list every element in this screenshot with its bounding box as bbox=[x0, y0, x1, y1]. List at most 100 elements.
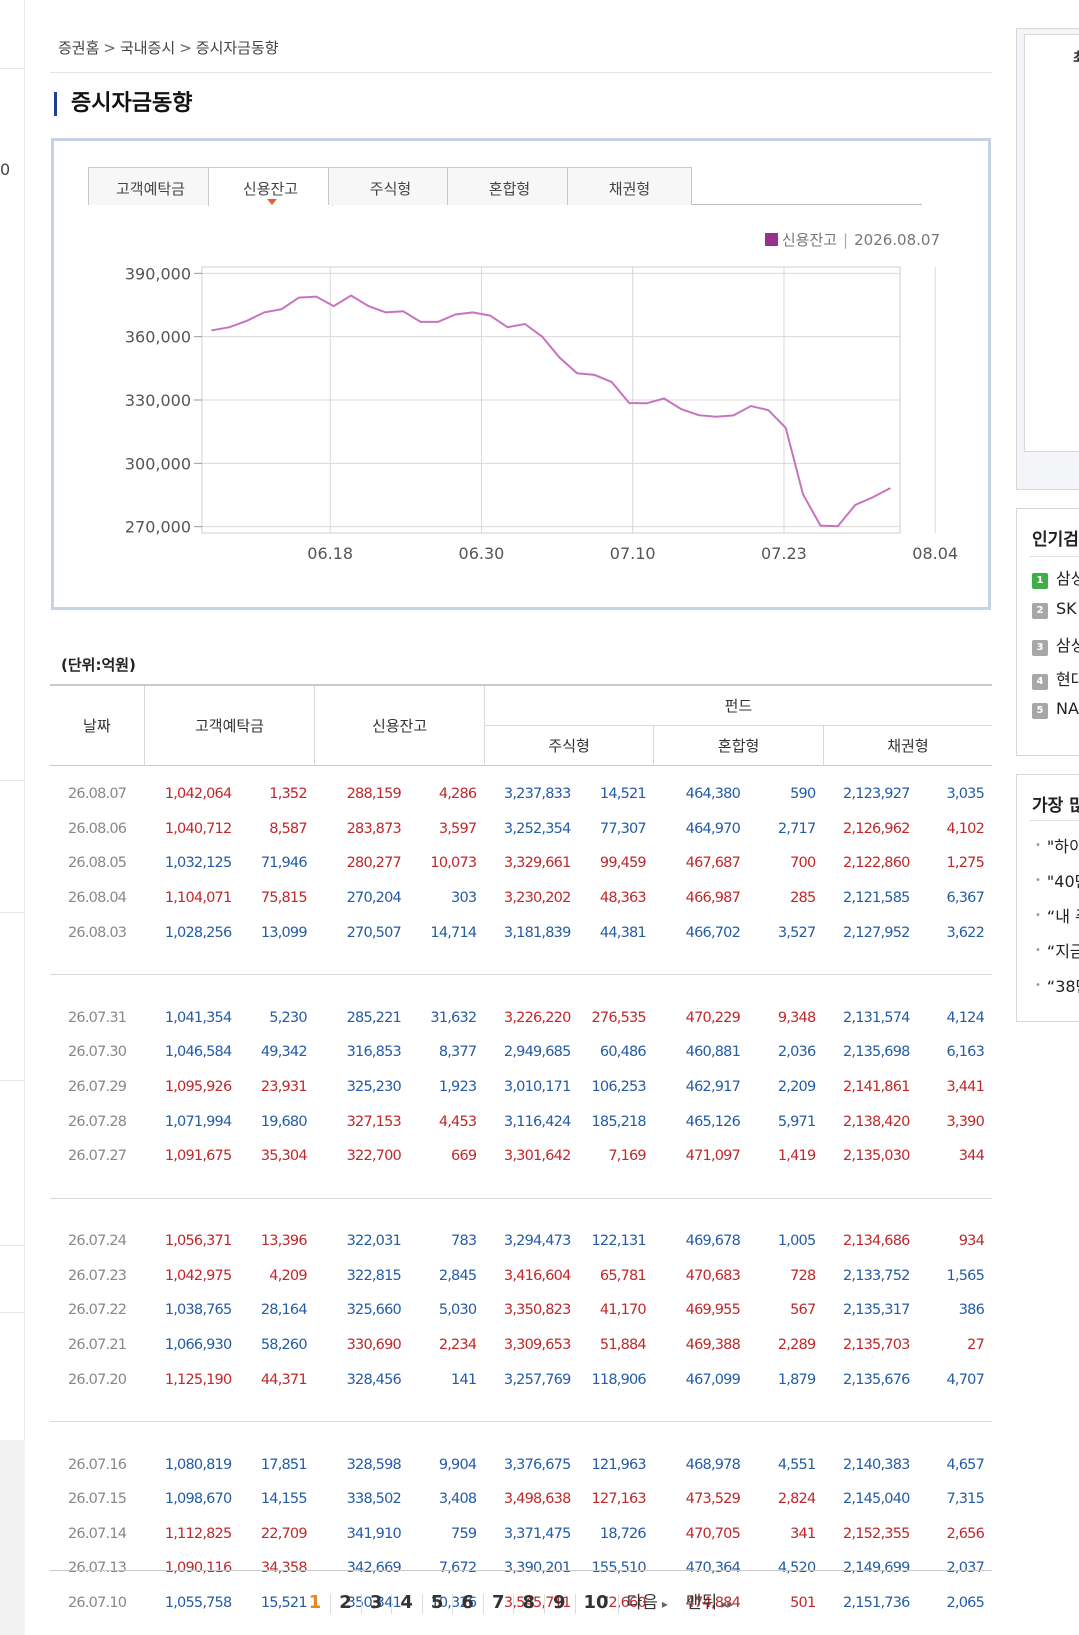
change-cell: 118,906 bbox=[591, 1371, 646, 1388]
data-point bbox=[315, 295, 318, 298]
left-panel-digit: 0 bbox=[0, 160, 11, 179]
news-item[interactable]: • “지금 bbox=[1035, 938, 1079, 962]
data-point bbox=[819, 524, 822, 527]
page-10-link[interactable]: 10 bbox=[580, 1592, 619, 1614]
header-deposit: 고객예탁금 bbox=[144, 685, 316, 765]
page-9-link[interactable]: 9 bbox=[549, 1592, 575, 1614]
fund-trend-table: 날짜 고객예탁금 신용잔고 펀드 주식형 혼합형 채권형 26.08.07 1,0… bbox=[50, 684, 992, 1620]
date-cell: 26.07.13 bbox=[68, 1560, 127, 1577]
popular-search-item[interactable]: 3 삼성 bbox=[1032, 632, 1079, 656]
table-row: 26.08.03 1,028,256 13,099 270,507 14,714 3,18… bbox=[50, 915, 992, 950]
page-7-link[interactable]: 7 bbox=[488, 1592, 514, 1614]
popular-search-item[interactable]: 4 현대 bbox=[1032, 666, 1079, 690]
date-cell: 26.08.05 bbox=[68, 855, 127, 872]
value-cell: 470,705 bbox=[685, 1525, 741, 1542]
date-cell: 26.07.22 bbox=[68, 1302, 127, 1319]
change-cell: 75,815 bbox=[260, 890, 308, 907]
page-6-link[interactable]: 6 bbox=[457, 1592, 484, 1614]
change-cell: 41,170 bbox=[599, 1302, 647, 1319]
popular-search-name: 삼성 bbox=[1056, 636, 1079, 655]
page-3-link[interactable]: 3 bbox=[366, 1592, 392, 1614]
data-point bbox=[419, 321, 422, 323]
value-cell: 460,881 bbox=[685, 1044, 741, 1061]
change-cell: 934 bbox=[958, 1233, 985, 1250]
date-cell: 26.07.20 bbox=[68, 1371, 127, 1388]
popular-search-name: NA bbox=[1056, 699, 1079, 718]
page-8-link[interactable]: 8 bbox=[518, 1592, 545, 1614]
date-cell: 26.07.21 bbox=[68, 1337, 127, 1354]
breadcrumb-domestic-link[interactable]: 국내증시 bbox=[120, 39, 175, 57]
popular-search-item[interactable]: 2 SK bbox=[1032, 599, 1077, 619]
divider bbox=[0, 1245, 25, 1246]
value-cell: 1,125,190 bbox=[164, 1371, 232, 1388]
value-cell: 1,091,675 bbox=[164, 1148, 232, 1165]
change-cell: 14,521 bbox=[599, 786, 647, 803]
page-2-link[interactable]: 2 bbox=[335, 1592, 362, 1614]
data-point bbox=[506, 326, 509, 328]
arrow-right-icon: ▸ bbox=[661, 1597, 668, 1611]
change-cell: 31,632 bbox=[430, 1009, 477, 1026]
change-cell: 7,672 bbox=[438, 1560, 477, 1577]
change-cell: 2,036 bbox=[777, 1044, 816, 1061]
change-cell: 99,459 bbox=[599, 855, 647, 872]
change-cell: 386 bbox=[958, 1302, 985, 1319]
value-cell: 2,134,686 bbox=[842, 1233, 910, 1250]
value-cell: 328,598 bbox=[346, 1456, 402, 1473]
table-row: 26.07.31 1,041,354 5,230 285,221 31,632 3,226… bbox=[50, 1000, 992, 1035]
news-headline: "하이 bbox=[1046, 837, 1079, 856]
table-row: 26.08.05 1,032,125 71,946 280,277 10,073 3,32… bbox=[50, 846, 992, 881]
page-5-link[interactable]: 5 bbox=[427, 1592, 453, 1614]
page-4-link[interactable]: 4 bbox=[396, 1592, 423, 1614]
change-cell: 700 bbox=[790, 855, 816, 872]
value-cell: 3,010,171 bbox=[503, 1078, 571, 1095]
date-cell: 26.07.31 bbox=[68, 1009, 127, 1026]
date-cell: 26.07.30 bbox=[68, 1044, 127, 1061]
widget-title: 최 bbox=[1073, 47, 1079, 68]
widget-panel: 최 bbox=[1024, 34, 1079, 452]
change-cell: 3,527 bbox=[777, 924, 816, 941]
y-tick-label: 360,000 bbox=[125, 328, 191, 347]
value-cell: 3,294,473 bbox=[503, 1233, 571, 1250]
change-cell: 28,164 bbox=[260, 1302, 308, 1319]
change-cell: 2,289 bbox=[777, 1337, 816, 1354]
value-cell: 1,071,994 bbox=[164, 1113, 232, 1130]
popular-search-title: 인기검 bbox=[1032, 530, 1079, 550]
change-cell: 10,073 bbox=[430, 855, 477, 872]
table-body: 26.08.07 1,042,064 1,352 288,159 4,286 3,237,… bbox=[50, 765, 992, 1620]
data-point bbox=[628, 402, 631, 404]
news-item[interactable]: • "하이 bbox=[1035, 833, 1079, 857]
popular-search-item[interactable]: 5 NA bbox=[1032, 699, 1079, 719]
change-cell: 13,396 bbox=[260, 1233, 308, 1250]
table-row: 26.07.30 1,046,584 49,342 316,853 8,377 2,949… bbox=[50, 1035, 992, 1070]
table-row: 26.07.14 1,112,825 22,709 341,910 759 3,371,4… bbox=[50, 1517, 992, 1552]
value-cell: 338,502 bbox=[346, 1491, 402, 1508]
breadcrumb-separator: > bbox=[179, 39, 192, 57]
news-item[interactable]: • "40만 bbox=[1035, 868, 1079, 892]
change-cell: 121,963 bbox=[591, 1456, 646, 1473]
data-point bbox=[854, 504, 857, 506]
news-item[interactable]: • “내 주 bbox=[1035, 903, 1079, 927]
y-tick-label: 330,000 bbox=[125, 391, 191, 410]
next-page-link[interactable]: 다음 ▸ bbox=[623, 1588, 672, 1613]
value-cell: 1,041,354 bbox=[164, 1009, 232, 1026]
value-cell: 470,229 bbox=[685, 1009, 741, 1026]
change-cell: 6,163 bbox=[946, 1044, 984, 1061]
change-cell: 127,163 bbox=[591, 1491, 646, 1508]
value-cell: 1,098,670 bbox=[164, 1491, 232, 1508]
y-tick-label: 390,000 bbox=[125, 264, 191, 283]
value-cell: 270,507 bbox=[346, 924, 402, 941]
pagination: 1 2 3 4 5 6 7 8 9 10 다음 ▸ 맨뒤 ▸▸ bbox=[50, 1588, 992, 1614]
last-page-link[interactable]: 맨뒤 ▸▸ bbox=[682, 1588, 737, 1613]
news-item[interactable]: • “38만 bbox=[1035, 973, 1079, 997]
page-1-link[interactable]: 1 bbox=[305, 1592, 331, 1614]
data-point bbox=[489, 314, 491, 317]
breadcrumb-home-link[interactable]: 증권홈 bbox=[58, 39, 99, 57]
data-point bbox=[663, 397, 665, 400]
data-point bbox=[576, 372, 578, 375]
value-cell: 1,112,825 bbox=[164, 1525, 232, 1542]
value-cell: 280,277 bbox=[346, 855, 402, 872]
data-point bbox=[402, 310, 405, 313]
popular-search-item[interactable]: 1 삼성 bbox=[1032, 565, 1079, 589]
date-cell: 26.07.24 bbox=[68, 1233, 127, 1250]
value-cell: 283,873 bbox=[346, 820, 402, 837]
